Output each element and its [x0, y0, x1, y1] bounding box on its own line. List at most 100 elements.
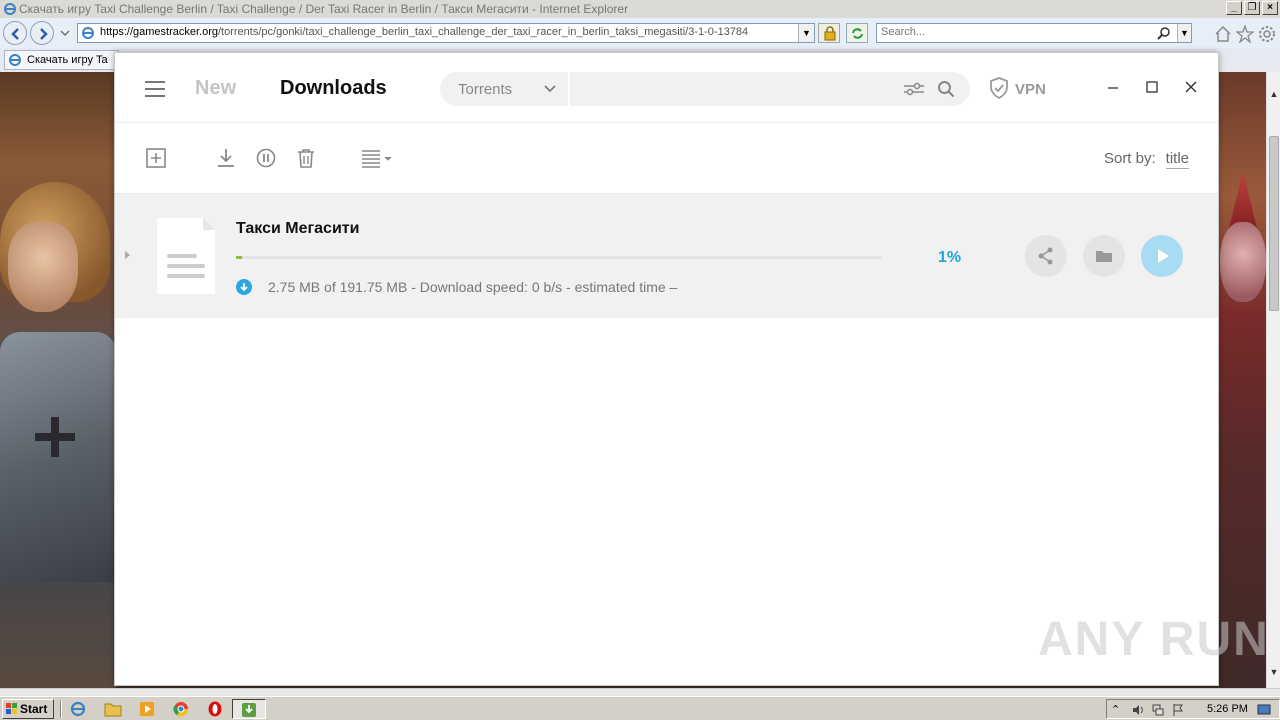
app-header: New Downloads Torrents VPN: [115, 53, 1218, 123]
app-search-bar: Torrents: [440, 72, 970, 106]
search-category-label: Torrents: [458, 81, 513, 98]
settings-gear-icon[interactable]: [1258, 25, 1276, 43]
sort-label: Sort by:: [1103, 150, 1156, 167]
filter-sliders-icon[interactable]: [903, 81, 925, 97]
app-close-icon[interactable]: [1184, 79, 1198, 95]
browser-toolbar-icons: [1214, 25, 1276, 43]
vpn-label: VPN: [1015, 81, 1046, 98]
search-category-select[interactable]: Torrents: [440, 72, 570, 106]
refresh-icon: [852, 28, 863, 39]
sort-value[interactable]: title: [1165, 150, 1189, 169]
favorites-star-icon[interactable]: [1236, 25, 1254, 43]
list-view-icon[interactable]: [360, 147, 394, 169]
menu-hamburger-icon[interactable]: [145, 81, 165, 97]
share-button[interactable]: [1025, 235, 1067, 277]
downloading-status-icon: [236, 279, 252, 295]
background-art-right: [1218, 72, 1266, 688]
explorer-folder-icon[interactable]: [103, 700, 123, 718]
forward-button[interactable]: [30, 21, 54, 45]
tab-ie-icon: [9, 54, 21, 66]
address-dropdown-icon[interactable]: ▼: [798, 24, 814, 42]
app-window-controls: [1106, 79, 1198, 95]
history-dropdown-icon[interactable]: [60, 29, 70, 37]
ie-quicklaunch-icon[interactable]: [68, 700, 88, 718]
add-torrent-icon[interactable]: [145, 147, 167, 169]
window-controls: _ ❐ ×: [1226, 1, 1278, 15]
action-center-flag-icon[interactable]: [1171, 703, 1185, 717]
browser-status-bar: [0, 688, 1280, 696]
open-folder-button[interactable]: [1083, 235, 1125, 277]
forward-arrow-icon: [40, 28, 48, 40]
file-document-icon: [157, 218, 215, 294]
browser-navbar: https://gamestracker.org/torrents/pc/gon…: [0, 18, 1280, 48]
system-tray: ⌃ 5:26 PM: [1106, 699, 1280, 719]
browser-window-title: Скачать игру Taxi Challenge Berlin / Tax…: [19, 2, 629, 16]
play-icon: [1158, 249, 1169, 263]
network-icon[interactable]: [1151, 703, 1165, 717]
download-icon[interactable]: [215, 147, 237, 169]
download-title: Такси Мегасити: [236, 220, 360, 237]
browser-tab[interactable]: Скачать игру Ta: [4, 50, 119, 70]
volume-icon[interactable]: [1131, 703, 1145, 717]
app-maximize-icon[interactable]: [1145, 79, 1159, 95]
anyrun-watermark: ANY RUN: [1038, 613, 1270, 666]
page-ie-icon: [82, 27, 94, 39]
search-dropdown-icon[interactable]: ▼: [1177, 24, 1191, 42]
start-button[interactable]: Start: [2, 699, 54, 719]
chevron-down-icon: [544, 85, 556, 93]
share-icon: [1038, 247, 1053, 265]
scroll-up-icon[interactable]: ▲: [1267, 86, 1280, 102]
media-player-icon[interactable]: [137, 700, 157, 718]
browser-titlebar: Скачать игру Taxi Challenge Berlin / Tax…: [0, 0, 1280, 18]
tab-new[interactable]: New: [195, 77, 236, 100]
search-icon[interactable]: [1157, 26, 1171, 40]
compat-refresh-button[interactable]: [846, 23, 868, 43]
back-arrow-icon: [11, 28, 19, 40]
ie-logo-icon: [4, 3, 16, 15]
progress-bar: [236, 256, 882, 259]
download-status-text: 2.75 MB of 191.75 MB - Download speed: 0…: [268, 279, 678, 295]
start-label: Start: [20, 702, 48, 716]
app-minimize-icon[interactable]: [1106, 79, 1120, 95]
app-search-input[interactable]: [574, 78, 884, 100]
taskbar-clock: 5:26 PM: [1207, 703, 1248, 715]
windows-flag-icon: [6, 703, 17, 714]
tab-downloads[interactable]: Downloads: [280, 77, 387, 100]
show-desktop-icon[interactable]: [1257, 703, 1271, 717]
folder-icon: [1096, 251, 1112, 262]
shield-icon: [990, 77, 1008, 99]
expand-arrow-icon[interactable]: [125, 251, 130, 259]
restore-button[interactable]: ❐: [1244, 1, 1260, 15]
magnifier-icon[interactable]: [937, 80, 955, 98]
minimize-button[interactable]: _: [1226, 1, 1242, 15]
browser-search-input[interactable]: [881, 26, 1151, 38]
address-bar[interactable]: https://gamestracker.org/torrents/pc/gon…: [77, 23, 815, 43]
opera-icon[interactable]: [205, 700, 225, 718]
home-icon[interactable]: [1214, 25, 1232, 43]
taskbar-active-app[interactable]: [232, 699, 266, 719]
trash-icon[interactable]: [295, 147, 317, 169]
taskbar-separator: [60, 700, 62, 718]
sort-control[interactable]: Sort by: title: [1103, 150, 1189, 169]
security-lock-button[interactable]: [818, 23, 840, 43]
download-percent: 1%: [938, 249, 962, 266]
address-url[interactable]: https://gamestracker.org/torrents/pc/gon…: [100, 26, 748, 38]
tray-expand-icon[interactable]: ⌃: [1111, 703, 1125, 717]
background-art-left: [0, 72, 116, 688]
pause-icon[interactable]: [255, 147, 277, 169]
torrent-app-window: New Downloads Torrents VPN Sort by: titl…: [114, 52, 1219, 686]
close-button[interactable]: ×: [1262, 1, 1278, 15]
lock-icon: [824, 26, 836, 41]
windows-taskbar: Start ⌃ 5:26 PM: [0, 696, 1280, 720]
play-button[interactable]: [1141, 235, 1183, 277]
browser-tab-label: Скачать игру Ta: [27, 54, 108, 66]
page-scrollbar[interactable]: ▲ ▼: [1266, 72, 1280, 688]
scroll-thumb[interactable]: [1269, 136, 1279, 311]
progress-fill: [236, 256, 243, 259]
chrome-icon[interactable]: [171, 700, 191, 718]
download-item[interactable]: Такси Мегасити 2.75 MB of 191.75 MB - Do…: [115, 194, 1218, 318]
downloads-toolbar: Sort by: title: [115, 123, 1218, 194]
browser-search-box[interactable]: ▼: [876, 23, 1192, 43]
downloader-app-icon: [242, 703, 256, 717]
back-button[interactable]: [3, 21, 27, 45]
